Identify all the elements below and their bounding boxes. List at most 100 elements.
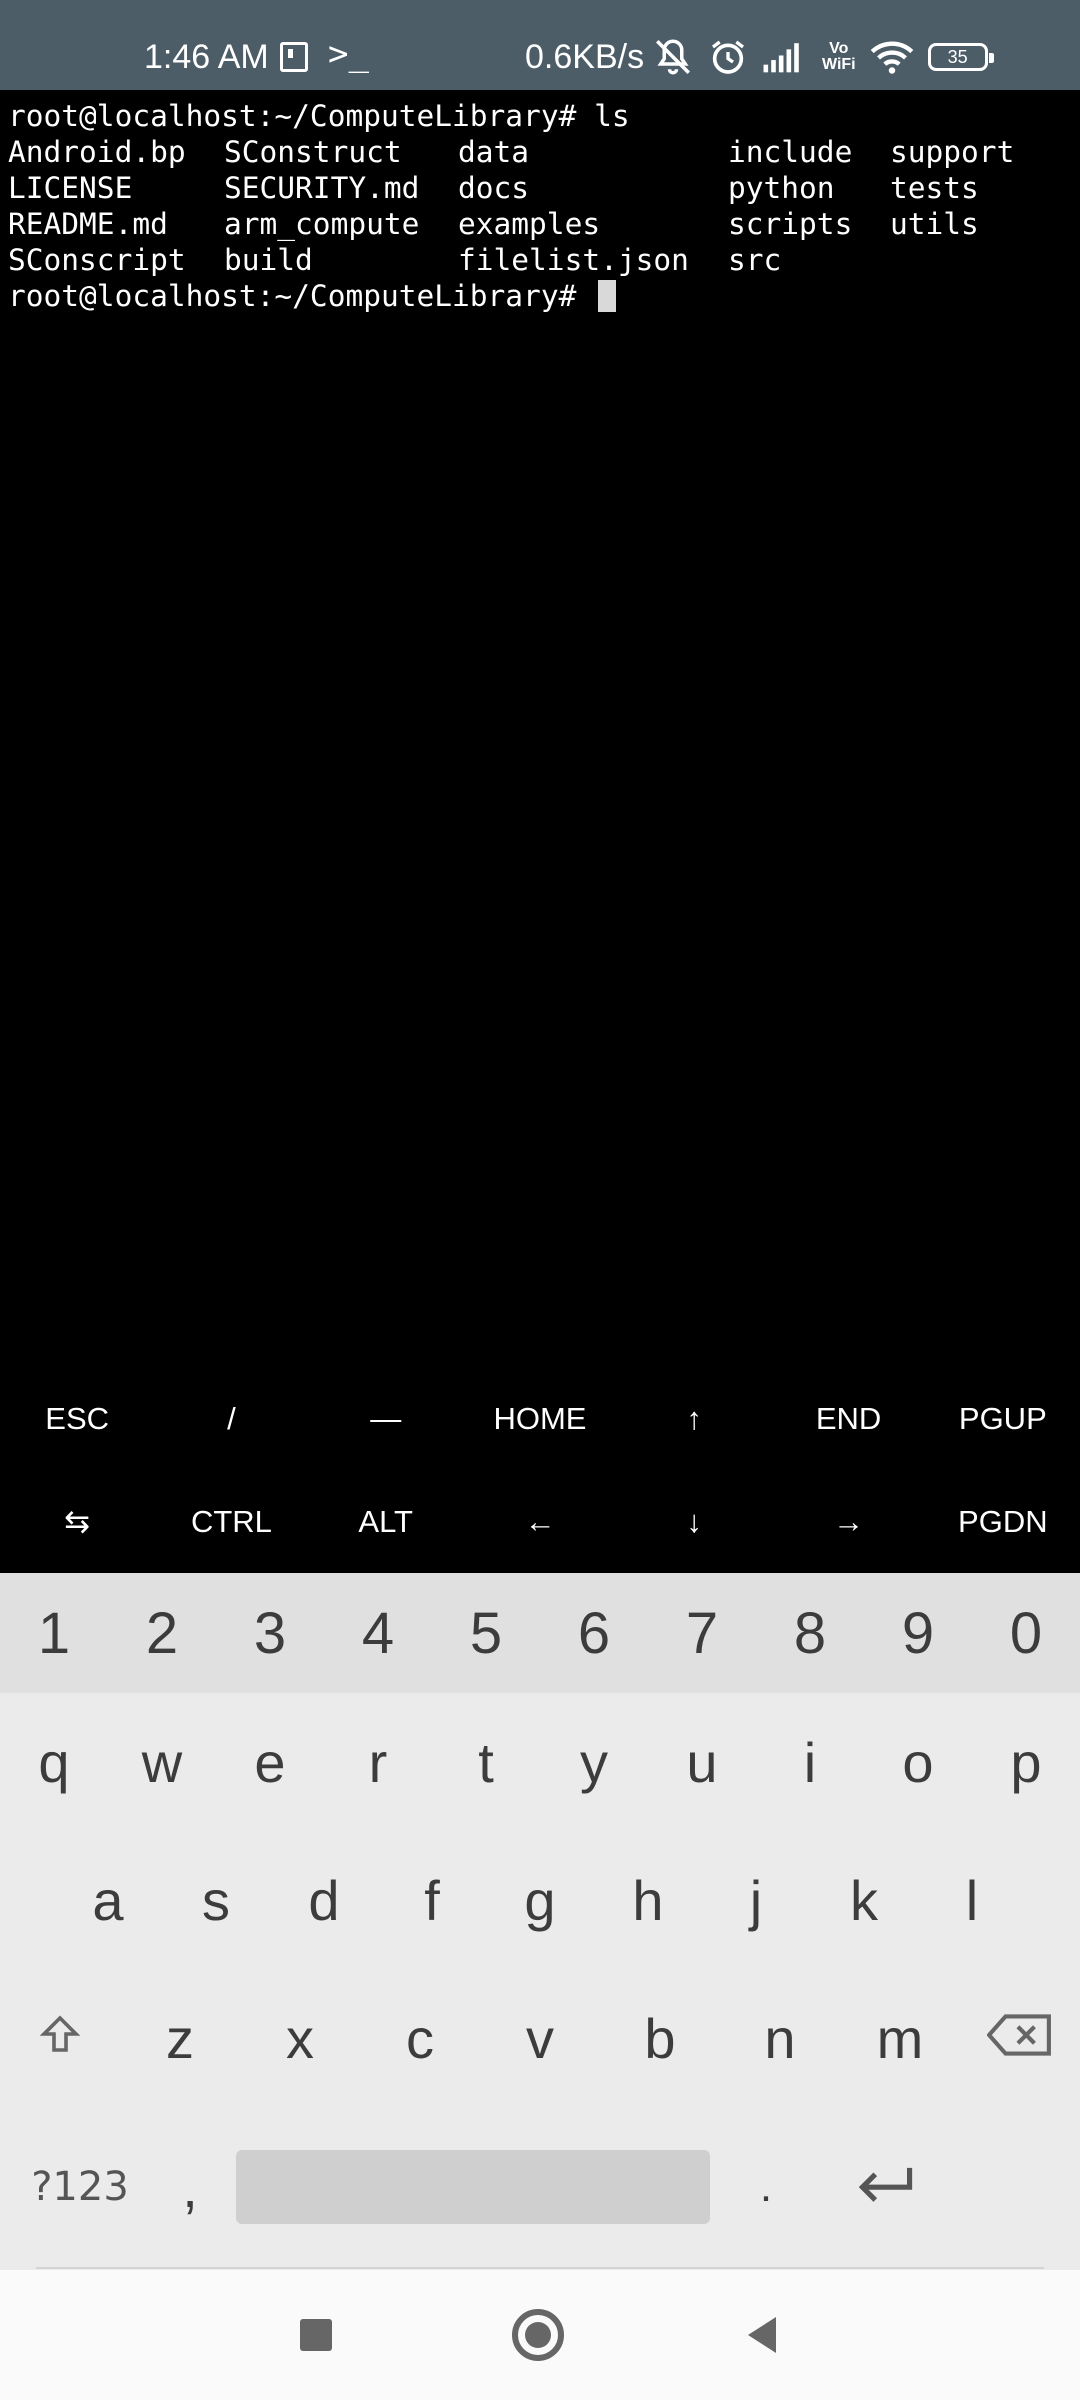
status-icons: Vo WiFi 35 xyxy=(652,36,994,78)
ls-entry: SConscript xyxy=(8,243,186,277)
battery-level: 35 xyxy=(947,46,968,67)
extra-key-5[interactable]: END xyxy=(771,1401,925,1437)
mute-bell-icon xyxy=(656,39,690,75)
letter-key-5[interactable]: y xyxy=(540,1730,648,1795)
number-key-8[interactable]: 9 xyxy=(864,1600,972,1667)
terminal-output[interactable]: root@localhost:~/ComputeLibrary# ls Andr… xyxy=(0,90,1080,1380)
extra-key-5[interactable]: → xyxy=(771,1504,925,1540)
vowifi-top-label: Vo xyxy=(829,40,849,57)
number-key-4[interactable]: 5 xyxy=(432,1600,540,1667)
recents-button[interactable] xyxy=(300,2319,332,2351)
shift-key[interactable] xyxy=(0,2006,120,2071)
number-key-3[interactable]: 4 xyxy=(324,1600,432,1667)
soft-keyboard: 1234567890 qwertyuiop asdfghjkl zxcvbnm … xyxy=(0,1573,1080,2270)
status-bar: 1:46 AM >_ 0.6KB/s Vo WiFi 35 xyxy=(0,0,1080,90)
ls-entry: include xyxy=(728,135,853,169)
enter-icon xyxy=(858,2167,913,2202)
ls-row: Android.bp SConstruct data include support xyxy=(8,134,1080,170)
enter-key[interactable] xyxy=(806,2155,966,2220)
letter-key-8[interactable]: o xyxy=(864,1730,972,1795)
extra-key-4[interactable]: ↓ xyxy=(617,1504,771,1540)
letter-key-1[interactable]: s xyxy=(162,1868,270,1933)
letter-key-6[interactable]: j xyxy=(702,1868,810,1933)
ls-entry: support xyxy=(890,135,1015,169)
extra-key-0[interactable]: ⇆ xyxy=(0,1504,154,1540)
letter-key-5[interactable]: h xyxy=(594,1868,702,1933)
alarm-icon xyxy=(712,40,744,74)
letter-key-3[interactable]: f xyxy=(378,1868,486,1933)
letter-key-9[interactable]: p xyxy=(972,1730,1080,1795)
ls-entry: python xyxy=(728,171,835,205)
extra-key-2[interactable]: ALT xyxy=(309,1504,463,1540)
letter-key-5[interactable]: n xyxy=(720,2006,840,2071)
shift-icon xyxy=(39,2014,81,2052)
space-key[interactable] xyxy=(236,2150,710,2224)
home-button[interactable] xyxy=(512,2309,564,2361)
letter-key-1[interactable]: w xyxy=(108,1730,216,1795)
ls-entry: build xyxy=(224,243,313,277)
letter-key-4[interactable]: b xyxy=(600,2006,720,2071)
network-speed: 0.6KB/s xyxy=(525,38,645,76)
ls-entry: Android.bp xyxy=(8,135,186,169)
letter-key-8[interactable]: l xyxy=(918,1868,1026,1933)
extra-key-3[interactable]: ← xyxy=(463,1504,617,1540)
number-key-9[interactable]: 0 xyxy=(972,1600,1080,1667)
extra-key-0[interactable]: ESC xyxy=(0,1401,154,1437)
navigation-bar xyxy=(0,2270,1080,2400)
extra-key-6[interactable]: PGDN xyxy=(926,1504,1080,1540)
letter-key-4[interactable]: g xyxy=(486,1868,594,1933)
letter-key-3[interactable]: r xyxy=(324,1730,432,1795)
extra-keys-row-2: ⇆ CTRL ALT ← ↓ → PGDN xyxy=(0,1470,1080,1573)
extra-key-1[interactable]: / xyxy=(154,1401,308,1437)
extra-key-2[interactable]: — xyxy=(309,1401,463,1437)
ls-entry: src xyxy=(728,243,782,277)
terminal-command-line: root@localhost:~/ComputeLibrary# ls xyxy=(8,99,630,133)
keyboard-divider xyxy=(36,2267,1044,2269)
backspace-key[interactable] xyxy=(960,2006,1080,2071)
keyboard-row-z: zxcvbnm xyxy=(0,1969,1080,2107)
letter-key-7[interactable]: i xyxy=(756,1730,864,1795)
signal-icon xyxy=(763,43,799,73)
ls-entry: tests xyxy=(890,171,979,205)
notification-icon xyxy=(280,42,308,72)
number-key-2[interactable]: 3 xyxy=(216,1600,324,1667)
number-key-0[interactable]: 1 xyxy=(0,1600,108,1667)
ls-entry: utils xyxy=(890,207,979,241)
back-button[interactable] xyxy=(744,2315,780,2355)
letter-key-6[interactable]: u xyxy=(648,1730,756,1795)
number-key-6[interactable]: 7 xyxy=(648,1600,756,1667)
number-key-7[interactable]: 8 xyxy=(756,1600,864,1667)
extra-key-1[interactable]: CTRL xyxy=(154,1504,308,1540)
keyboard-row-a: asdfghjkl xyxy=(0,1831,1080,1969)
ls-row: SConscript build filelist.json src xyxy=(8,242,1080,278)
number-key-1[interactable]: 2 xyxy=(108,1600,216,1667)
letter-key-0[interactable]: z xyxy=(120,2006,240,2071)
extra-key-3[interactable]: HOME xyxy=(463,1401,617,1437)
terminal-prompt-line[interactable]: root@localhost:~/ComputeLibrary# xyxy=(8,278,1080,314)
vowifi-icon: Vo WiFi xyxy=(822,41,856,73)
terminal-indicator-icon: >_ xyxy=(328,34,369,74)
keyboard-row-q: qwertyuiop xyxy=(0,1693,1080,1831)
period-key[interactable]: . xyxy=(726,2162,806,2212)
ls-entry: arm_compute xyxy=(224,207,420,241)
letter-key-7[interactable]: k xyxy=(810,1868,918,1933)
letter-key-4[interactable]: t xyxy=(432,1730,540,1795)
extra-key-4[interactable]: ↑ xyxy=(617,1401,771,1437)
ls-row: LICENSE SECURITY.md docs python tests xyxy=(8,170,1080,206)
letter-key-0[interactable]: q xyxy=(0,1730,108,1795)
number-key-5[interactable]: 6 xyxy=(540,1600,648,1667)
letter-key-2[interactable]: d xyxy=(270,1868,378,1933)
ls-entry: README.md xyxy=(8,207,168,241)
terminal-cursor xyxy=(598,280,617,312)
letter-key-3[interactable]: v xyxy=(480,2006,600,2071)
comma-key[interactable]: , xyxy=(160,2155,220,2220)
letter-key-2[interactable]: e xyxy=(216,1730,324,1795)
status-time: 1:46 AM xyxy=(144,38,269,76)
backspace-icon xyxy=(986,2013,1051,2056)
letter-key-0[interactable]: a xyxy=(54,1868,162,1933)
letter-key-6[interactable]: m xyxy=(840,2006,960,2071)
letter-key-1[interactable]: x xyxy=(240,2006,360,2071)
letter-key-2[interactable]: c xyxy=(360,2006,480,2071)
symbols-key[interactable]: ?123 xyxy=(0,2164,160,2210)
extra-key-6[interactable]: PGUP xyxy=(926,1401,1080,1437)
